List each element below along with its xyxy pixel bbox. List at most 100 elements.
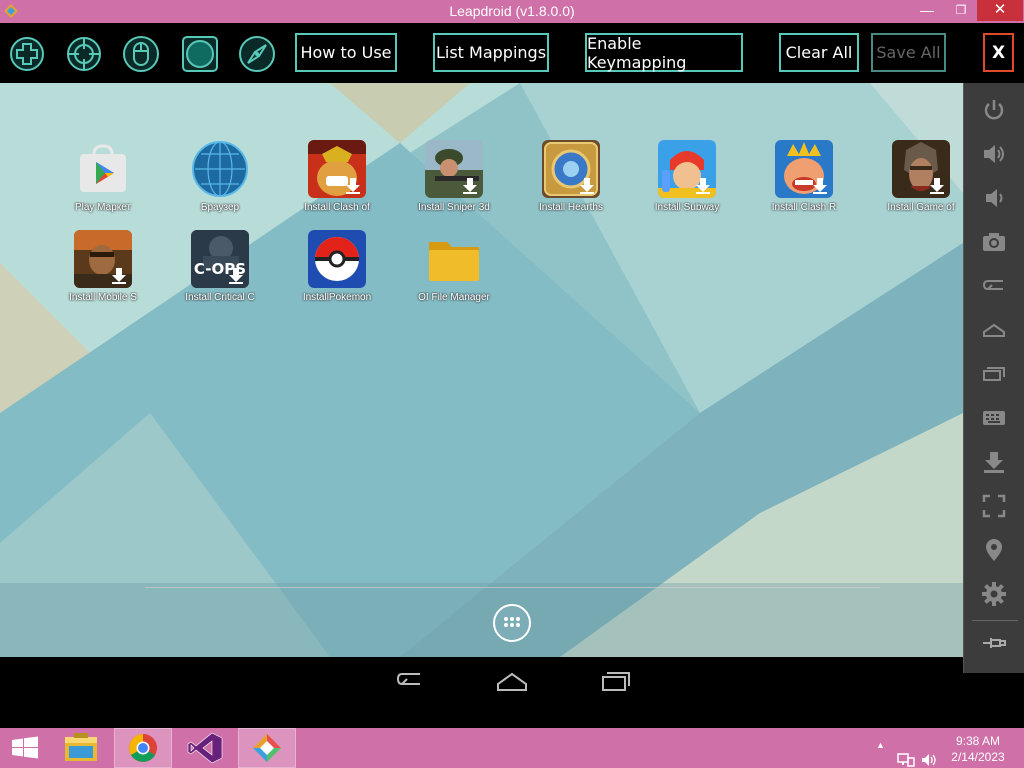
leapdroid-icon bbox=[253, 734, 281, 762]
back-button[interactable] bbox=[981, 273, 1007, 299]
app-label: Install Subway bbox=[654, 202, 720, 213]
clash-royale-icon bbox=[775, 140, 833, 198]
crosshair-icon bbox=[67, 37, 101, 71]
dpad-tool[interactable] bbox=[8, 35, 46, 73]
app-critical-ops[interactable]: C-OPS Install Critical C bbox=[165, 230, 275, 305]
compass-icon bbox=[239, 36, 275, 72]
crosshair-tool[interactable] bbox=[65, 35, 103, 73]
minimize-button[interactable]: — bbox=[912, 0, 942, 21]
app-label: Install Clash of bbox=[304, 202, 370, 213]
app-drawer-icon bbox=[504, 617, 520, 627]
volume-up-button[interactable] bbox=[981, 141, 1007, 167]
compass-tool[interactable] bbox=[238, 35, 276, 73]
download-badge-icon bbox=[696, 178, 710, 194]
app-sniper-3d[interactable]: Install Sniper 3d bbox=[399, 140, 509, 215]
taskbar-leapdroid[interactable] bbox=[238, 728, 296, 768]
folder-icon bbox=[425, 230, 483, 288]
mouse-tool[interactable] bbox=[122, 35, 160, 73]
dpad-icon bbox=[10, 37, 44, 71]
download-badge-icon bbox=[112, 268, 126, 284]
taskbar-file-explorer[interactable] bbox=[52, 728, 110, 768]
app-label: Install Game of bbox=[887, 202, 955, 213]
power-button[interactable] bbox=[981, 97, 1007, 123]
window-close-button[interactable]: ✕ bbox=[977, 0, 1023, 21]
speaker-icon[interactable] bbox=[920, 740, 938, 768]
location-button[interactable] bbox=[981, 537, 1007, 563]
mobile-strike-icon bbox=[74, 230, 132, 288]
download-badge-icon bbox=[580, 178, 594, 194]
app-drawer-button[interactable] bbox=[493, 604, 531, 642]
app-pokemon[interactable]: InstallPokemon bbox=[282, 230, 392, 305]
app-label: Браузер bbox=[200, 202, 240, 213]
enable-keymapping-button[interactable]: Enable Keymapping bbox=[585, 33, 743, 72]
start-button[interactable] bbox=[0, 728, 50, 768]
critical-ops-icon: C-OPS bbox=[191, 230, 249, 288]
sniper-3d-icon bbox=[425, 140, 483, 198]
clear-all-button[interactable]: Clear All bbox=[779, 33, 859, 72]
nav-recent-apps-icon[interactable] bbox=[595, 665, 635, 695]
android-nav-bar bbox=[0, 657, 963, 728]
fullscreen-button[interactable] bbox=[981, 493, 1007, 519]
install-apk-button[interactable] bbox=[981, 449, 1007, 475]
app-label: Install Sniper 3d bbox=[418, 202, 490, 213]
app-label: InstallPokemon bbox=[302, 292, 372, 303]
windows-taskbar: ▲ 9:38 AM 2/14/2023 bbox=[0, 728, 1024, 768]
download-badge-icon bbox=[346, 178, 360, 194]
volume-down-icon bbox=[986, 189, 1003, 207]
app-label: Play Маркет bbox=[74, 202, 132, 213]
download-badge-icon bbox=[813, 178, 827, 194]
pin-sidebar-button[interactable] bbox=[981, 630, 1007, 656]
restore-button[interactable]: ❐ bbox=[946, 0, 976, 21]
nav-home-icon[interactable] bbox=[492, 665, 532, 695]
pin-icon bbox=[983, 638, 1006, 648]
screenshot-button[interactable] bbox=[981, 229, 1007, 255]
volume-down-button[interactable] bbox=[981, 185, 1007, 211]
window-title: Leapdroid (v1.8.0.0) bbox=[449, 3, 575, 19]
dock-divider bbox=[145, 587, 880, 588]
app-clash-of-clans[interactable]: Install Clash of bbox=[282, 140, 392, 215]
app-oi-file-manager[interactable]: OI File Manager bbox=[399, 230, 509, 305]
browser-globe-icon bbox=[191, 140, 249, 198]
back-icon bbox=[982, 280, 1003, 290]
download-badge-icon bbox=[930, 178, 944, 194]
app-browser[interactable]: Браузер bbox=[165, 140, 275, 215]
clock-time: 9:38 AM bbox=[955, 734, 1001, 748]
app-label: Install Clash R bbox=[771, 202, 837, 213]
sidebar-divider bbox=[972, 620, 1018, 621]
tap-tool[interactable] bbox=[181, 35, 219, 73]
app-hearthstone[interactable]: Install Hearths bbox=[516, 140, 626, 215]
network-icon[interactable] bbox=[897, 740, 915, 768]
download-icon bbox=[984, 452, 1004, 473]
save-all-button[interactable]: Save All bbox=[871, 33, 946, 72]
nav-back-icon[interactable] bbox=[390, 665, 430, 695]
game-of-war-icon bbox=[892, 140, 950, 198]
how-to-use-button[interactable]: How to Use bbox=[295, 33, 397, 72]
home-button[interactable] bbox=[981, 317, 1007, 343]
tray-overflow-arrow[interactable]: ▲ bbox=[876, 740, 885, 768]
keymapping-toolbar: How to Use List Mappings Enable Keymappi… bbox=[0, 23, 1024, 83]
taskbar-visual-studio[interactable] bbox=[176, 728, 234, 768]
taskbar-clock[interactable]: 9:38 AM 2/14/2023 bbox=[940, 733, 1016, 765]
toolbar-close-button[interactable]: X bbox=[983, 33, 1014, 72]
recent-apps-button[interactable] bbox=[981, 361, 1007, 387]
hearthstone-icon bbox=[542, 140, 600, 198]
clock-date: 2/14/2023 bbox=[951, 750, 1005, 764]
app-play-store[interactable]: Play Маркет bbox=[48, 140, 158, 215]
app-subway-surfers[interactable]: Install Subway bbox=[632, 140, 742, 215]
list-mappings-button[interactable]: List Mappings bbox=[433, 33, 549, 72]
settings-button[interactable] bbox=[981, 581, 1007, 607]
app-mobile-strike[interactable]: Install Mobile S bbox=[48, 230, 158, 305]
download-badge-icon bbox=[229, 268, 243, 284]
volume-up-icon bbox=[984, 145, 1004, 163]
taskbar-chrome[interactable] bbox=[114, 728, 172, 768]
app-label: Install Hearths bbox=[539, 202, 603, 213]
visual-studio-icon bbox=[187, 732, 223, 764]
subway-surfers-icon bbox=[658, 140, 716, 198]
home-icon bbox=[983, 323, 1005, 337]
pokeball-icon bbox=[308, 230, 366, 288]
keyboard-button[interactable] bbox=[981, 405, 1007, 431]
chrome-icon bbox=[129, 734, 157, 762]
app-clash-royale[interactable]: Install Clash R bbox=[749, 140, 859, 215]
keyboard-icon bbox=[983, 411, 1005, 425]
app-game-of-war[interactable]: Install Game of bbox=[866, 140, 963, 215]
